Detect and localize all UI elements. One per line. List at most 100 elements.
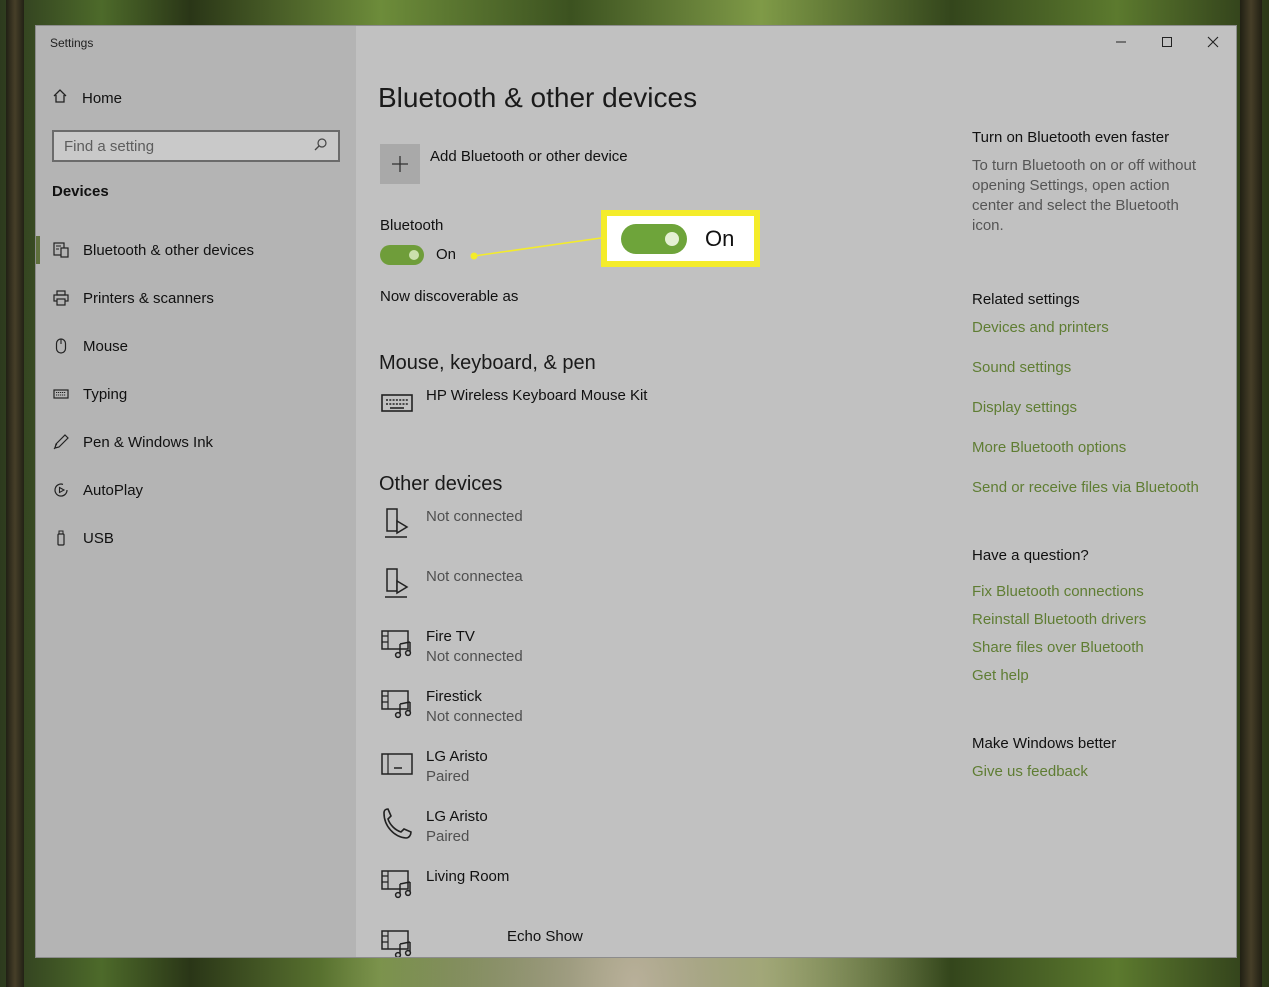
sidebar-item-typing[interactable]: Typing	[36, 374, 356, 414]
media-music-icon	[380, 927, 414, 957]
link-share-files[interactable]: Share files over Bluetooth	[972, 639, 1144, 656]
sidebar-item-label: Mouse	[83, 337, 129, 355]
close-icon	[1207, 36, 1219, 48]
mouse-keyboard-pen-heading: Mouse, keyboard, & pen	[379, 352, 596, 374]
autoplay-icon	[52, 481, 70, 499]
sidebar-item-label: Typing	[83, 385, 128, 403]
related-settings-title: Related settings	[972, 291, 1080, 308]
home-nav[interactable]: Home	[52, 88, 122, 108]
device-status: Not connectea	[426, 568, 523, 585]
device-name: Fire TV	[426, 628, 475, 645]
printer-icon	[52, 289, 70, 307]
bluetooth-devices-icon	[52, 241, 70, 259]
sidebar-item-label: Pen & Windows Ink	[83, 433, 214, 451]
maximize-button[interactable]	[1152, 32, 1182, 52]
sidebar-item-label: Bluetooth & other devices	[83, 241, 254, 259]
media-device-icon	[380, 567, 414, 601]
pen-icon	[52, 433, 70, 451]
keyboard-icon	[52, 385, 70, 403]
close-button[interactable]	[1198, 32, 1228, 52]
toggle-callout: On	[601, 210, 760, 267]
callout-toggle	[621, 223, 687, 254]
sidebar-item-usb[interactable]: USB	[36, 518, 356, 558]
app-title: Settings	[50, 36, 94, 50]
search-box[interactable]	[52, 130, 340, 162]
question-title: Have a question?	[972, 547, 1089, 564]
media-music-icon	[380, 687, 414, 721]
link-get-help[interactable]: Get help	[972, 667, 1029, 684]
media-music-icon	[380, 627, 414, 661]
device-row[interactable]: Firestick Not connected	[380, 687, 523, 727]
media-music-icon	[380, 867, 414, 901]
link-devices-and-printers[interactable]: Devices and printers	[972, 319, 1109, 336]
maximize-icon	[1162, 37, 1172, 47]
home-icon	[52, 88, 68, 108]
home-label: Home	[82, 89, 123, 107]
background-trunk	[1240, 0, 1262, 987]
tablet-icon	[380, 747, 414, 781]
devices-section-label: Devices	[52, 183, 109, 200]
keyboard-icon	[380, 386, 414, 420]
device-name: LG Aristo	[426, 808, 488, 825]
link-sound-settings[interactable]: Sound settings	[972, 359, 1071, 376]
other-devices-heading: Other devices	[379, 473, 503, 495]
device-name: Firestick	[426, 688, 482, 705]
callout-inner: On	[607, 216, 754, 261]
sidebar-item-label: Printers & scanners	[83, 289, 214, 307]
page-title: Bluetooth & other devices	[378, 82, 698, 113]
phone-icon	[380, 807, 414, 841]
device-row[interactable]: Not connectea	[380, 567, 523, 601]
search-input[interactable]	[64, 137, 304, 155]
device-row[interactable]: LG Aristo Paired	[380, 807, 488, 847]
bluetooth-state: On	[436, 246, 457, 263]
device-name: Living Room	[426, 868, 510, 885]
sidebar-item-mouse[interactable]: Mouse	[36, 326, 356, 366]
sidebar-item-label: USB	[83, 529, 114, 547]
device-name: HP Wireless Keyboard Mouse Kit	[426, 387, 648, 404]
link-send-receive-files[interactable]: Send or receive files via Bluetooth	[972, 479, 1199, 496]
usb-icon	[52, 529, 70, 547]
device-name: LG Aristo	[426, 748, 488, 765]
device-status: Not connected	[426, 648, 523, 665]
plus-icon	[380, 144, 420, 184]
bluetooth-toggle[interactable]	[380, 245, 424, 265]
make-windows-better-title: Make Windows better	[972, 735, 1117, 752]
main-content: Bluetooth & other devices Add Bluetooth …	[356, 26, 1236, 957]
device-status: Not connected	[426, 708, 523, 725]
device-row[interactable]: Fire TV Not connected	[380, 627, 523, 667]
callout-state: On	[705, 225, 735, 251]
device-row[interactable]: Echo Show	[380, 927, 583, 957]
sidebar-item-autoplay[interactable]: AutoPlay	[36, 470, 356, 510]
link-fix-bluetooth[interactable]: Fix Bluetooth connections	[972, 583, 1144, 600]
link-more-bluetooth-options[interactable]: More Bluetooth options	[972, 439, 1126, 456]
sidebar-item-printers[interactable]: Printers & scanners	[36, 278, 356, 318]
sidebar: Settings Home Devices Bluetooth & other …	[36, 26, 356, 957]
link-give-feedback[interactable]: Give us feedback	[972, 763, 1088, 780]
sidebar-item-bluetooth[interactable]: Bluetooth & other devices	[36, 230, 356, 270]
device-status: Paired	[426, 768, 470, 785]
device-row[interactable]: HP Wireless Keyboard Mouse Kit	[380, 386, 647, 420]
minimize-icon	[1116, 41, 1126, 43]
mouse-icon	[52, 337, 70, 355]
bluetooth-label: Bluetooth	[380, 217, 444, 234]
link-display-settings[interactable]: Display settings	[972, 399, 1077, 416]
device-status: Paired	[426, 828, 470, 845]
device-status: Not connected	[426, 508, 523, 525]
background-trunk	[6, 0, 24, 987]
add-device-button[interactable]: Add Bluetooth or other device	[380, 144, 628, 184]
device-name: Echo Show	[507, 928, 583, 945]
link-reinstall-drivers[interactable]: Reinstall Bluetooth drivers	[972, 611, 1146, 628]
add-device-label: Add Bluetooth or other device	[430, 148, 628, 165]
minimize-button[interactable]	[1106, 32, 1136, 52]
device-row[interactable]: Not connected	[380, 507, 523, 541]
settings-window: Settings Home Devices Bluetooth & other …	[36, 26, 1236, 957]
faster-title: Turn on Bluetooth even faster	[972, 129, 1170, 146]
faster-body: To turn Bluetooth on or off without open…	[972, 157, 1197, 234]
device-row[interactable]: Living Room	[380, 867, 509, 901]
discoverable-text: Now discoverable as	[380, 288, 519, 305]
sidebar-item-label: AutoPlay	[83, 481, 144, 499]
media-device-icon	[380, 507, 414, 541]
sidebar-item-pen[interactable]: Pen & Windows Ink	[36, 422, 356, 462]
device-row[interactable]: LG Aristo Paired	[380, 747, 488, 787]
search-icon[interactable]	[314, 137, 328, 156]
